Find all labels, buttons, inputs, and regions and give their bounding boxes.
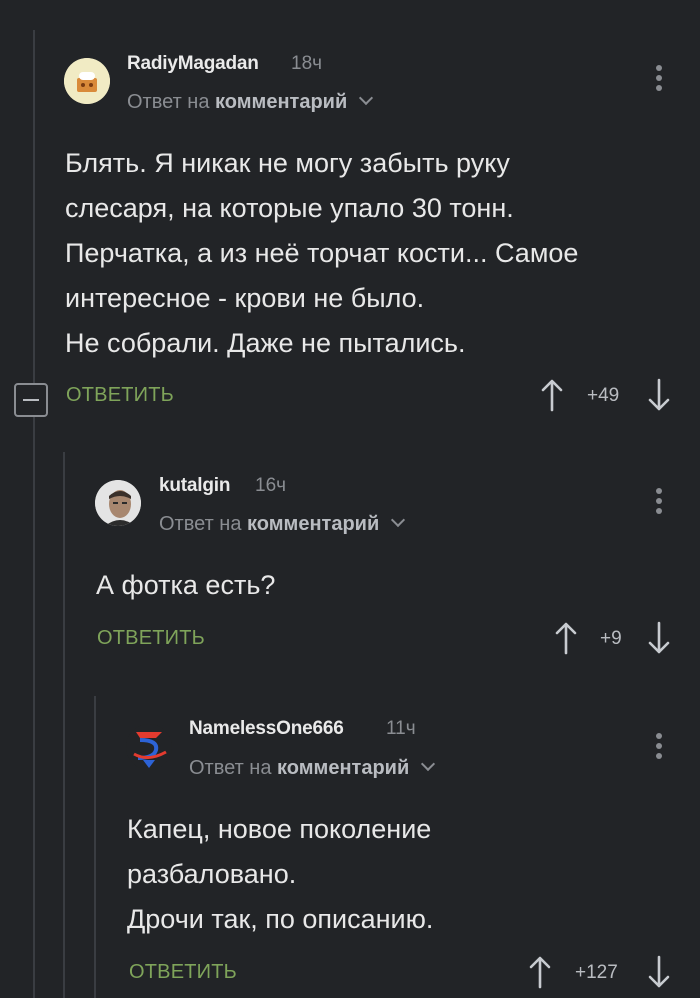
comment-namelessone666: NamelessOne666 11ч Ответ на комментарий … [0, 0, 700, 998]
comment-text: Капец, новое поколение разбаловано. Дроч… [127, 814, 434, 934]
chevron-down-icon [420, 756, 435, 772]
reply-to-link[interactable]: Ответ на комментарий [189, 756, 435, 780]
more-vertical-icon[interactable] [656, 733, 662, 763]
comment-rating: +127 [575, 962, 618, 983]
arrow-down-icon[interactable] [647, 955, 671, 989]
reply-to-target: комментарий [277, 757, 410, 779]
username[interactable]: NamelessOne666 [189, 718, 344, 740]
arrow-up-icon[interactable] [528, 955, 552, 989]
comment-time: 11ч [386, 718, 416, 739]
reply-button[interactable]: ОТВЕТИТЬ [129, 961, 237, 984]
avatar[interactable] [126, 724, 172, 770]
reply-to-prefix: Ответ на [189, 757, 272, 779]
